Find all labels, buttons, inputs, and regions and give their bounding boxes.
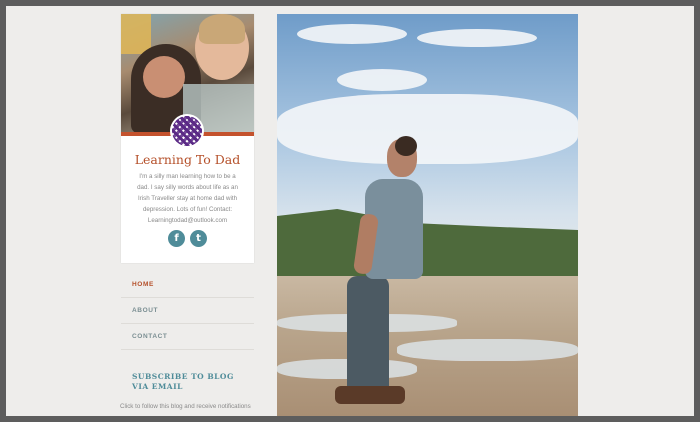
photo-person-shoes [335, 386, 405, 404]
site-title[interactable]: Learning To Dad [121, 152, 254, 167]
page-frame: Learning To Dad I'm a silly man learning… [6, 6, 694, 416]
photo-cloud [417, 29, 537, 47]
photo-detail [199, 14, 245, 44]
photo-hills [277, 209, 578, 279]
social-links: f t [121, 230, 254, 247]
subscribe-heading: SUBSCRIBE TO BLOG VIA EMAIL [132, 372, 234, 391]
photo-detail [143, 56, 185, 98]
photo-detail [121, 14, 151, 54]
avatar[interactable] [170, 114, 204, 148]
twitter-icon[interactable]: t [190, 230, 207, 247]
site-description: I'm a silly man learning how to be a dad… [137, 173, 238, 224]
photo-cloud [297, 24, 407, 44]
photo-person-legs [347, 276, 389, 396]
nav-item-home[interactable]: HOME [121, 272, 254, 298]
nav-item-about[interactable]: ABOUT [121, 298, 254, 324]
photo-cloud [337, 69, 427, 91]
profile-card: Learning To Dad I'm a silly man learning… [121, 14, 254, 263]
main-nav: HOME ABOUT CONTACT [121, 272, 254, 350]
featured-image[interactable] [277, 14, 578, 416]
avatar-pattern [172, 116, 202, 146]
sidebar: Learning To Dad I'm a silly man learning… [121, 14, 254, 263]
nav-item-contact[interactable]: CONTACT [121, 324, 254, 350]
photo-cloud [277, 94, 578, 164]
subscribe-text: Click to follow this blog and receive no… [120, 403, 251, 410]
photo-water [397, 339, 578, 361]
photo-person-hair [395, 136, 417, 156]
facebook-icon[interactable]: f [168, 230, 185, 247]
